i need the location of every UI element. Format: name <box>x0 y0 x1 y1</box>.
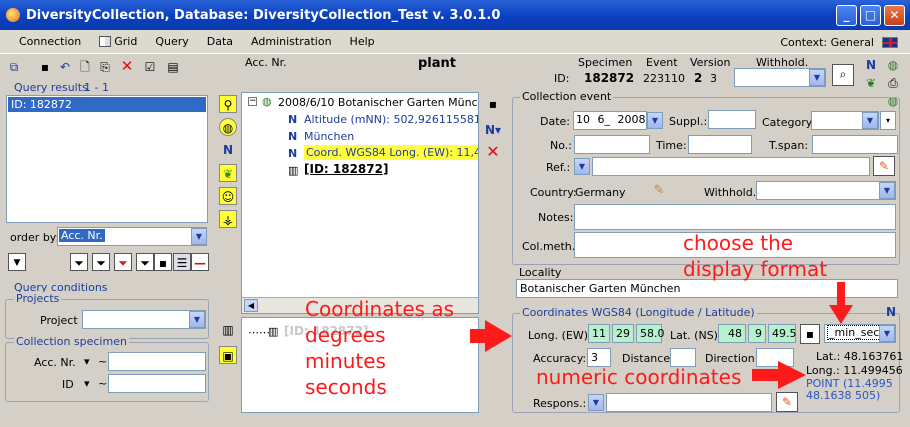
annotation-arrows <box>470 282 853 389</box>
arrow-down-format <box>829 282 853 324</box>
arrow-right-dms <box>470 320 512 352</box>
arrow-right-numeric <box>752 361 806 389</box>
